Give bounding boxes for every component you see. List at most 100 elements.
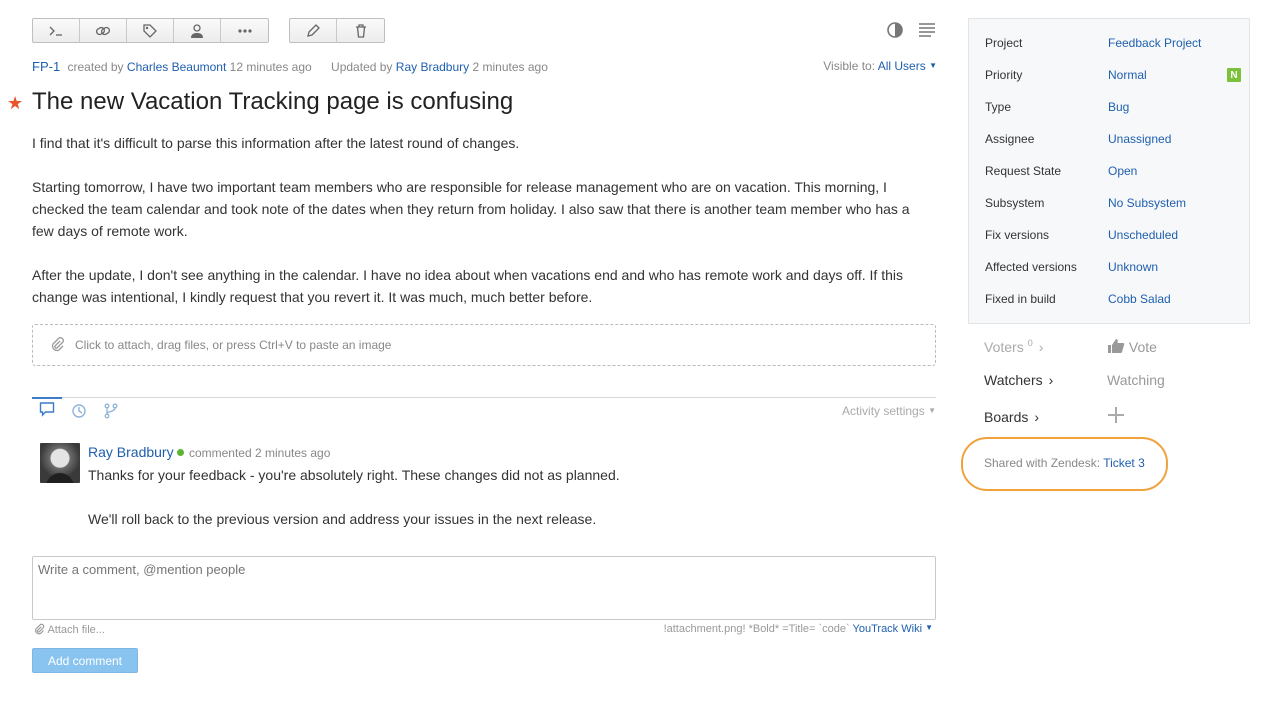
toolbar-group-edit [289,18,385,43]
watching-button[interactable]: Watching [1107,372,1165,388]
edit-button[interactable] [290,19,337,42]
field-affected-versions: Affected versions Unknown [985,257,1241,277]
contrast-icon[interactable] [886,21,904,39]
field-value[interactable]: Normal [1108,68,1147,82]
created-ago: 12 minutes ago [229,60,312,74]
field-value[interactable]: No Subsystem [1108,196,1186,210]
activity-tabs: Activity settings ▼ [32,397,936,421]
comment-line: We'll roll back to the previous version … [88,511,597,527]
issue-toolbar [32,18,385,43]
field-value[interactable]: Feedback Project [1108,36,1201,50]
field-type: Type Bug [985,97,1241,117]
zendesk-ticket-link[interactable]: Ticket 3 [1103,456,1145,470]
attach-file-link[interactable]: Attach file... [33,623,105,636]
comment-author-link[interactable]: Ray Bradbury [88,444,174,460]
boards-toggle[interactable]: Boards › [984,409,1107,425]
field-project: Project Feedback Project [985,33,1241,53]
visibility-value: All Users [877,59,926,73]
assign-button[interactable] [174,19,221,42]
field-label: Fixed in build [985,292,1056,306]
visibility: Visible to: All Users ▼ [823,59,937,73]
branch-icon [104,403,118,419]
voters-label: Voters [984,339,1024,355]
creator-link[interactable]: Charles Beaumont [127,60,226,74]
markup-hint: !attachment.png! *Bold* =Title= `code` Y… [664,623,933,635]
field-label: Assignee [985,132,1035,146]
tag-button[interactable] [127,19,174,42]
comment-time: 2 minutes ago [254,446,331,460]
watchers-toggle[interactable]: Watchers › [984,372,1107,388]
description-paragraph: After the update, I don't see anything i… [32,267,903,305]
zendesk-label: Shared with Zendesk: [984,456,1101,470]
comment-action: commented [188,446,252,460]
voters-toggle[interactable]: Voters 0 › [984,338,1107,355]
field-assignee: Assignee Unassigned [985,129,1241,149]
activity-settings-dropdown[interactable]: Activity settings ▼ [842,404,936,418]
chevron-right-icon: › [1034,408,1040,425]
field-value[interactable]: Unscheduled [1108,228,1178,242]
boards-row: Boards › [984,406,1125,427]
field-label: Project [985,36,1023,50]
command-icon [49,26,62,36]
tag-icon [143,23,157,38]
view-options [886,21,936,39]
field-request-state: Request State Open [985,161,1241,181]
chevron-right-icon: › [1048,372,1054,388]
field-fixed-in-build: Fixed in build Cobb Salad [985,289,1241,309]
issue-id-link[interactable]: FP-1 [32,59,60,74]
updated-by-prefix: Updated by [331,60,393,74]
voters-count: 0 [1027,338,1033,348]
plus-icon [1108,407,1124,423]
tab-comments[interactable] [32,397,62,419]
comment-icon [39,402,55,417]
wiki-syntax-dropdown[interactable]: YouTrack Wiki ▼ [853,623,933,635]
add-board-button[interactable] [1107,406,1125,427]
caret-down-icon: ▼ [928,406,936,415]
list-view-icon[interactable] [918,21,936,39]
history-icon [72,404,86,418]
priority-badge: N [1227,68,1241,82]
markup-hint-text: !attachment.png! *Bold* =Title= `code` [663,623,850,635]
toolbar-group-actions [32,18,269,43]
thumbs-up-icon [1108,339,1125,353]
command-button[interactable] [33,19,80,42]
tab-vcs[interactable] [96,400,126,422]
paperclip-icon [35,623,45,635]
comment-line: Thanks for your feedback - you're absolu… [88,467,620,483]
issue-title: The new Vacation Tracking page is confus… [32,88,514,115]
field-value[interactable]: Open [1108,164,1137,178]
vote-button[interactable]: Vote [1107,338,1157,355]
created-by-prefix: created by [67,60,124,74]
updater-link[interactable]: Ray Bradbury [396,60,469,74]
field-label: Subsystem [985,196,1045,210]
avatar[interactable] [40,443,80,483]
wiki-syntax-label: YouTrack Wiki [852,623,923,635]
field-value[interactable]: Bug [1108,100,1129,114]
link-button[interactable] [80,19,127,42]
visibility-dropdown[interactable]: All Users ▼ [878,59,937,73]
delete-icon [355,23,366,38]
voters-row: Voters 0 › Vote [984,338,1157,355]
comment-input[interactable] [32,556,936,620]
field-value[interactable]: Cobb Salad [1108,292,1171,306]
edit-icon [307,23,320,37]
star-icon[interactable]: ★ [7,93,23,114]
online-status-dot [176,449,184,456]
field-value[interactable]: Unassigned [1108,132,1171,146]
description-paragraph: I find that it's difficult to parse this… [32,135,520,151]
tab-history[interactable] [64,400,94,422]
delete-button[interactable] [337,19,384,42]
link-icon [95,26,111,35]
attachment-dropzone[interactable]: Click to attach, drag files, or press Ct… [32,324,936,366]
visible-prefix: Visible to: [823,59,876,73]
add-comment-button[interactable]: Add comment [32,648,138,673]
field-value[interactable]: Unknown [1108,260,1158,274]
issue-description: I find that it's difficult to parse this… [32,132,922,330]
boards-label: Boards [984,408,1029,425]
vote-label: Vote [1128,339,1157,355]
watchers-row: Watchers › Watching [984,372,1165,388]
more-button[interactable] [221,19,268,42]
attach-file-label: Attach file... [47,624,105,636]
description-paragraph: Starting tomorrow, I have two important … [32,179,910,239]
field-priority: Priority Normal N [985,65,1241,85]
